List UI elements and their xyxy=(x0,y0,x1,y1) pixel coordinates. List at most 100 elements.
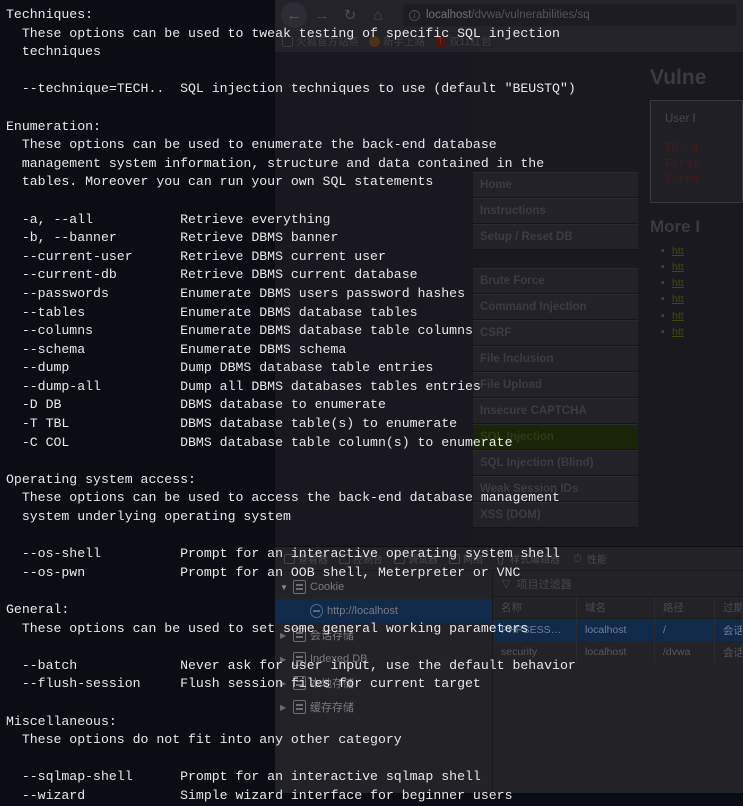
storage-icon xyxy=(293,676,306,690)
sidebar-item-instructions[interactable]: Instructions xyxy=(473,198,638,224)
storage-tree: ▼ Cookie http://localhost ▶ 会话存储 ▶ Index… xyxy=(275,571,493,793)
forward-icon[interactable]: → xyxy=(309,2,335,28)
sidebar-item-csrf[interactable]: CSRF xyxy=(473,320,638,346)
terminal-background xyxy=(0,0,275,792)
column-header-domain[interactable]: 域名 xyxy=(577,596,655,619)
devtools-tabbar: 查看器 控制台 调试器 网络 {} 样式编辑器 ⏱ 性能 xyxy=(275,547,743,571)
reference-link[interactable]: htt xyxy=(672,326,684,338)
tree-item-label: 本地存储 xyxy=(310,678,354,690)
reference-link[interactable]: htt xyxy=(672,310,684,322)
chevron-right-icon[interactable]: ▶ xyxy=(280,703,289,712)
tab-label: 网络 xyxy=(463,555,483,566)
sidebar-item-label: File Upload xyxy=(480,379,542,391)
list-item[interactable]: htt xyxy=(661,243,743,260)
tree-item-indexed-db[interactable]: ▶ Indexed DB xyxy=(275,647,492,671)
sidebar-item-command-injection[interactable]: Command Injection xyxy=(473,294,638,320)
filter-row[interactable]: ▽ 项目过滤器 xyxy=(493,571,743,597)
more-information-heading: More I xyxy=(650,216,701,236)
sidebar-item-label: Home xyxy=(480,179,512,191)
tab-console[interactable]: 控制台 xyxy=(334,547,388,570)
column-header-name[interactable]: 名称 xyxy=(493,596,577,619)
column-header-expiry[interactable]: 过期时间 xyxy=(715,596,743,619)
devtools-panel: 查看器 控制台 调试器 网络 {} 样式编辑器 ⏱ 性能 ▼ Cookie http… xyxy=(275,546,743,793)
tab-label: 性能 xyxy=(587,555,607,566)
sidebar-item-label: Brute Force xyxy=(480,275,545,287)
page-title: Vulne xyxy=(650,66,707,89)
home-icon[interactable]: ⌂ xyxy=(365,2,391,28)
reference-link[interactable]: htt xyxy=(672,245,684,257)
sidebar-item-weak-session-ids[interactable]: Weak Session IDs xyxy=(473,476,638,502)
more-information-links: htt htt htt htt htt htt xyxy=(650,243,743,341)
list-item[interactable]: htt xyxy=(661,259,743,276)
sidebar-item-brute-force[interactable]: Brute Force xyxy=(473,268,638,294)
sidebar-item-xss-dom[interactable]: XSS (DOM) xyxy=(473,502,638,528)
column-header-path[interactable]: 路径 xyxy=(655,596,715,619)
table-row[interactable]: security localhost /dvwa 会话 xyxy=(493,641,743,663)
table-header-row: 名称 域名 路径 过期时间 xyxy=(493,596,743,619)
sidebar-item-home[interactable]: Home xyxy=(473,172,638,198)
tree-item-local-storage[interactable]: ▶ 本地存储 xyxy=(275,671,492,695)
url-bar[interactable]: i localhost/dvwa/vulnerabilities/sq xyxy=(403,4,737,26)
storage-icon xyxy=(293,580,306,594)
tab-inspector[interactable]: 查看器 xyxy=(279,547,333,570)
filter-placeholder: 项目过滤器 xyxy=(516,578,572,591)
sidebar-item-label: Command Injection xyxy=(480,301,587,313)
sidebar-item-sql-injection-blind[interactable]: SQL Injection (Blind) xyxy=(473,450,638,476)
info-circle-icon[interactable]: i xyxy=(409,9,420,21)
browser-window: ← → ↻ ⌂ i localhost/dvwa/vulnerabilities… xyxy=(275,0,743,793)
result-line-surname: Surna xyxy=(665,173,700,187)
tree-item-cache-storage[interactable]: ▶ 缓存存储 xyxy=(275,695,492,719)
chevron-down-icon[interactable]: ▼ xyxy=(280,583,289,592)
browser-toolbar: ← → ↻ ⌂ i localhost/dvwa/vulnerabilities… xyxy=(275,0,743,30)
sidebar-item-file-upload[interactable]: File Upload xyxy=(473,372,638,398)
bookmark-item-2[interactable]: T 双11红包 xyxy=(432,34,494,49)
sidebar-item-file-inclusion[interactable]: File Inclusion xyxy=(473,346,638,372)
list-item[interactable]: htt xyxy=(661,275,743,292)
tree-item-label: 会话存储 xyxy=(310,630,354,642)
cookie-table: ▽ 项目过滤器 名称 域名 路径 过期时间 PHPSESS… localhost… xyxy=(493,571,743,793)
tree-item-session-storage[interactable]: ▶ 会话存储 xyxy=(275,623,492,647)
chevron-right-icon[interactable]: ▶ xyxy=(280,679,289,688)
result-line-first: First xyxy=(665,157,700,171)
bookmark-label: 双11红包 xyxy=(449,35,492,48)
bookmark-item-1[interactable]: 新手上路 xyxy=(366,34,428,49)
devtools-body: ▼ Cookie http://localhost ▶ 会话存储 ▶ Index… xyxy=(275,571,743,793)
tree-item-localhost[interactable]: http://localhost xyxy=(275,599,492,623)
tab-style-editor[interactable]: {} 样式编辑器 xyxy=(489,547,565,570)
taobao-icon: T xyxy=(435,35,446,47)
reference-link[interactable]: htt xyxy=(672,261,684,273)
cell-name: PHPSESS… xyxy=(493,619,577,641)
table-row[interactable]: PHPSESS… localhost / 会话 xyxy=(493,619,743,641)
funnel-icon: ▽ xyxy=(502,578,511,590)
tree-item-cookie[interactable]: ▼ Cookie xyxy=(275,575,492,599)
debugger-icon xyxy=(394,553,405,564)
chevron-right-icon[interactable]: ▶ xyxy=(280,655,289,664)
dvwa-sidebar-menu: Home Instructions Setup / Reset DB Brute… xyxy=(473,52,638,546)
page-left-gutter xyxy=(275,52,473,546)
list-item[interactable]: htt xyxy=(661,291,743,308)
sidebar-item-label: Setup / Reset DB xyxy=(480,231,573,243)
list-item[interactable]: htt xyxy=(661,324,743,341)
reference-link[interactable]: htt xyxy=(672,293,684,305)
sidebar-item-setup-reset-db[interactable]: Setup / Reset DB xyxy=(473,224,638,250)
network-icon xyxy=(449,553,460,564)
cell-domain: localhost xyxy=(577,619,655,641)
chevron-right-icon[interactable]: ▶ xyxy=(280,631,289,640)
tab-debugger[interactable]: 调试器 xyxy=(389,547,443,570)
sidebar-item-sql-injection[interactable]: SQL Injection xyxy=(473,424,638,450)
tab-network[interactable]: 网络 xyxy=(444,547,488,570)
url-path: /dvwa/vulnerabilities/sq xyxy=(471,9,590,21)
reload-icon[interactable]: ↻ xyxy=(337,2,363,28)
bookmark-item-0[interactable]: 火狐官方站点 xyxy=(279,34,362,49)
back-icon[interactable]: ← xyxy=(281,2,307,28)
bookmark-label: 火狐官方站点 xyxy=(296,35,359,48)
sidebar-item-insecure-captcha[interactable]: Insecure CAPTCHA xyxy=(473,398,638,424)
reference-link[interactable]: htt xyxy=(672,277,684,289)
list-item[interactable]: htt xyxy=(661,308,743,325)
sql-injection-panel: User I ID: 1 First Surna xyxy=(650,100,743,203)
braces-icon: {} xyxy=(496,552,505,565)
tab-performance[interactable]: ⏱ 性能 xyxy=(566,547,612,570)
firefox-icon xyxy=(369,35,380,47)
cell-path: /dvwa xyxy=(655,641,715,663)
bookmark-page-icon xyxy=(282,35,293,47)
